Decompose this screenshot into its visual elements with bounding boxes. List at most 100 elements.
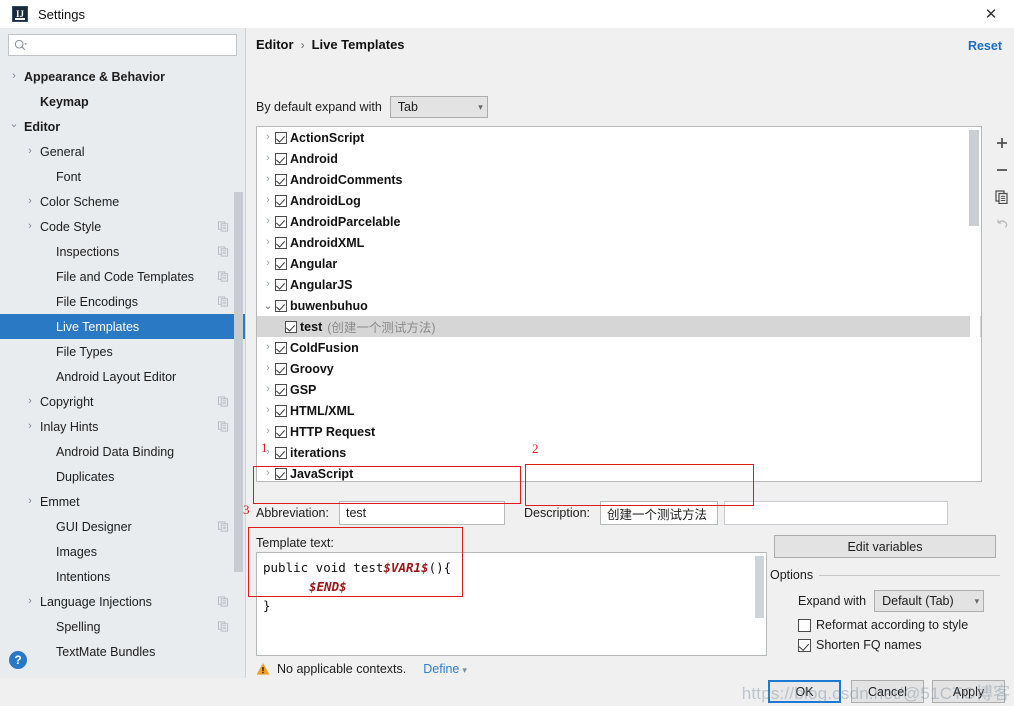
add-template-button[interactable] xyxy=(990,132,1014,156)
chevron-right-icon[interactable]: › xyxy=(261,258,275,269)
chevron-right-icon[interactable]: › xyxy=(261,363,275,374)
sidebar-scrollbar[interactable] xyxy=(234,62,244,662)
sidebar-item-code-style[interactable]: › Code Style xyxy=(0,214,245,239)
template-group-row[interactable]: › HTTP Request xyxy=(257,421,981,442)
sidebar-item-editor[interactable]: ⌄ Editor xyxy=(0,114,245,139)
sidebar-item-android-layout-editor[interactable]: ›Android Layout Editor xyxy=(0,364,245,389)
chevron-right-icon[interactable]: › xyxy=(261,468,275,479)
description-extra-field[interactable] xyxy=(724,501,948,525)
cancel-button[interactable]: Cancel xyxy=(851,680,924,703)
template-enabled-checkbox[interactable] xyxy=(275,404,287,417)
chevron-right-icon[interactable]: › xyxy=(261,132,275,143)
list-scrollbar[interactable] xyxy=(969,128,980,481)
template-text-scrollbar[interactable] xyxy=(755,554,765,654)
template-group-row[interactable]: › AndroidComments xyxy=(257,169,981,190)
breadcrumb-parent[interactable]: Editor xyxy=(256,37,294,52)
sidebar-item-file-and-code-templates[interactable]: ›File and Code Templates xyxy=(0,264,245,289)
sidebar-item-android-data-binding[interactable]: ›Android Data Binding xyxy=(0,439,245,464)
duplicate-template-button[interactable] xyxy=(990,186,1014,210)
sidebar-item-emmet[interactable]: › Emmet xyxy=(0,489,245,514)
template-enabled-checkbox[interactable] xyxy=(275,446,287,459)
chevron-right-icon[interactable]: › xyxy=(261,447,275,458)
chevron-right-icon[interactable]: › xyxy=(261,216,275,227)
chevron-right-icon[interactable]: › xyxy=(24,146,36,158)
template-group-row[interactable]: › Angular xyxy=(257,253,981,274)
sidebar-item-keymap[interactable]: ›Keymap xyxy=(0,89,245,114)
reformat-option-row[interactable]: Reformat according to style xyxy=(798,618,1000,632)
template-enabled-checkbox[interactable] xyxy=(275,425,287,438)
sidebar-item-file-types[interactable]: ›File Types xyxy=(0,339,245,364)
sidebar-scrollbar-thumb[interactable] xyxy=(234,192,243,572)
expand-with-option-select[interactable]: Default (Tab) ▾ xyxy=(874,590,985,612)
description-input[interactable] xyxy=(600,501,718,525)
chevron-right-icon[interactable]: › xyxy=(24,196,36,208)
define-context-link[interactable]: Define ▾ xyxy=(423,662,467,676)
sidebar-item-gui-designer[interactable]: ›GUI Designer xyxy=(0,514,245,539)
template-group-row[interactable]: › AndroidLog xyxy=(257,190,981,211)
help-icon[interactable]: ? xyxy=(9,651,27,669)
shorten-option-row[interactable]: Shorten FQ names xyxy=(798,638,1000,652)
chevron-right-icon[interactable]: › xyxy=(24,396,36,408)
close-icon[interactable]: ✕ xyxy=(968,0,1014,28)
template-enabled-checkbox[interactable] xyxy=(275,131,287,144)
template-enabled-checkbox[interactable] xyxy=(275,257,287,270)
template-enabled-checkbox[interactable] xyxy=(275,341,287,354)
sidebar-item-images[interactable]: ›Images xyxy=(0,539,245,564)
search-input[interactable] xyxy=(31,36,231,54)
sidebar-item-textmate-bundles[interactable]: ›TextMate Bundles xyxy=(0,639,245,664)
chevron-right-icon[interactable]: › xyxy=(8,71,20,83)
template-group-row[interactable]: › GSP xyxy=(257,379,981,400)
chevron-right-icon[interactable]: › xyxy=(261,153,275,164)
template-enabled-checkbox[interactable] xyxy=(275,278,287,291)
search-box[interactable] xyxy=(8,34,237,56)
sidebar-item-spelling[interactable]: ›Spelling xyxy=(0,614,245,639)
chevron-right-icon[interactable]: › xyxy=(261,405,275,416)
sidebar-item-general[interactable]: › General xyxy=(0,139,245,164)
template-text-editor[interactable]: public void test$VAR1$(){ $END$ } xyxy=(256,552,767,656)
sidebar-item-inlay-hints[interactable]: › Inlay Hints xyxy=(0,414,245,439)
shorten-fq-names-checkbox[interactable] xyxy=(798,638,811,652)
template-group-row[interactable]: › HTML/XML xyxy=(257,400,981,421)
abbreviation-input[interactable] xyxy=(338,501,505,525)
template-enabled-checkbox[interactable] xyxy=(275,299,287,312)
template-group-row[interactable]: › iterations xyxy=(257,442,981,463)
chevron-right-icon[interactable]: › xyxy=(261,426,275,437)
chevron-right-icon[interactable]: › xyxy=(261,384,275,395)
sidebar-item-font[interactable]: ›Font xyxy=(0,164,245,189)
sidebar-item-color-scheme[interactable]: › Color Scheme xyxy=(0,189,245,214)
chevron-right-icon[interactable]: › xyxy=(24,221,36,233)
sidebar-item-file-encodings[interactable]: ›File Encodings xyxy=(0,289,245,314)
chevron-down-icon[interactable]: ⌄ xyxy=(261,300,275,311)
remove-template-button[interactable] xyxy=(990,159,1014,183)
template-enabled-checkbox[interactable] xyxy=(275,173,287,186)
template-group-row[interactable]: › AngularJS xyxy=(257,274,981,295)
sidebar-item-live-templates[interactable]: ›Live Templates xyxy=(0,314,245,339)
template-group-row[interactable]: › Groovy xyxy=(257,358,981,379)
template-group-row[interactable]: › AndroidXML xyxy=(257,232,981,253)
template-enabled-checkbox[interactable] xyxy=(285,320,297,333)
template-group-row[interactable]: › ActionScript xyxy=(257,127,981,148)
chevron-right-icon[interactable]: › xyxy=(261,237,275,248)
chevron-right-icon[interactable]: › xyxy=(24,496,36,508)
chevron-right-icon[interactable]: › xyxy=(24,596,36,608)
chevron-right-icon[interactable]: › xyxy=(261,342,275,353)
edit-variables-button[interactable]: Edit variables xyxy=(774,535,996,558)
chevron-right-icon[interactable]: › xyxy=(24,421,36,433)
template-enabled-checkbox[interactable] xyxy=(275,152,287,165)
reformat-checkbox[interactable] xyxy=(798,618,811,632)
template-enabled-checkbox[interactable] xyxy=(275,383,287,396)
template-group-row[interactable]: › ColdFusion xyxy=(257,337,981,358)
live-templates-list[interactable]: › ActionScript › Android › AndroidComments › An… xyxy=(256,126,982,482)
template-enabled-checkbox[interactable] xyxy=(275,236,287,249)
template-enabled-checkbox[interactable] xyxy=(275,467,287,480)
sidebar-item-intentions[interactable]: ›Intentions xyxy=(0,564,245,589)
template-group-row[interactable]: › AndroidParcelable xyxy=(257,211,981,232)
sidebar-item-copyright[interactable]: › Copyright xyxy=(0,389,245,414)
chevron-down-icon[interactable]: ⌄ xyxy=(8,119,20,131)
chevron-right-icon[interactable]: › xyxy=(261,195,275,206)
sidebar-item-inspections[interactable]: ›Inspections xyxy=(0,239,245,264)
list-scrollbar-thumb[interactable] xyxy=(969,130,979,226)
sidebar-item-language-injections[interactable]: › Language Injections xyxy=(0,589,245,614)
chevron-right-icon[interactable]: › xyxy=(261,174,275,185)
template-group-row[interactable]: test (创建一个测试方法) xyxy=(257,316,981,337)
